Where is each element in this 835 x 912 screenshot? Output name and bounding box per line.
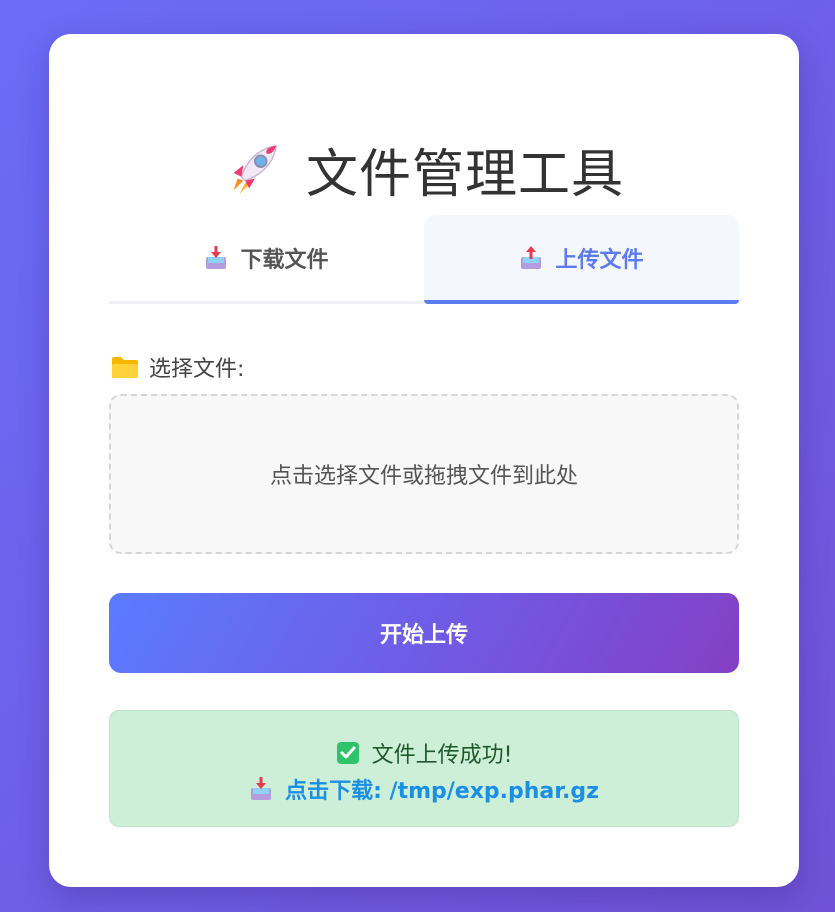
file-dropzone[interactable]: 点击选择文件或拖拽文件到此处	[109, 394, 739, 554]
success-text: 文件上传成功!	[371, 743, 513, 768]
upload-result: 文件上传成功! 点击下载: /tmp/exp.phar.gz	[109, 710, 739, 827]
file-label: 选择文件:	[149, 357, 245, 382]
rocket-icon	[233, 144, 278, 195]
folder-icon	[112, 357, 138, 378]
tab-upload[interactable]: 上传文件	[424, 215, 739, 304]
page-title: 文件管理工具	[49, 134, 799, 205]
inbox-tray-icon	[251, 777, 272, 800]
download-link[interactable]: 点击下载: /tmp/exp.phar.gz	[110, 773, 738, 805]
download-link-text: 点击下载: /tmp/exp.phar.gz	[285, 779, 599, 804]
dropzone-text: 点击选择文件或拖拽文件到此处	[269, 464, 578, 489]
app-title: 文件管理工具	[305, 144, 624, 205]
file-label-row: 选择文件:	[111, 351, 244, 383]
outbox-tray-icon	[521, 246, 542, 269]
tab-bar: 下载文件 上传文件	[109, 215, 739, 304]
success-message: 文件上传成功!	[110, 737, 738, 769]
start-upload-button[interactable]: 开始上传	[109, 593, 739, 673]
check-mark-icon	[336, 742, 359, 764]
inbox-tray-icon	[206, 246, 227, 269]
main-card: 文件管理工具 下载文件 上传文件 选择文件: 点击选择文件或拖拽文件到此处 开始…	[49, 34, 799, 887]
tab-download[interactable]: 下载文件	[109, 215, 424, 301]
tab-download-label: 下载文件	[240, 248, 329, 273]
tab-upload-label: 上传文件	[555, 248, 644, 273]
